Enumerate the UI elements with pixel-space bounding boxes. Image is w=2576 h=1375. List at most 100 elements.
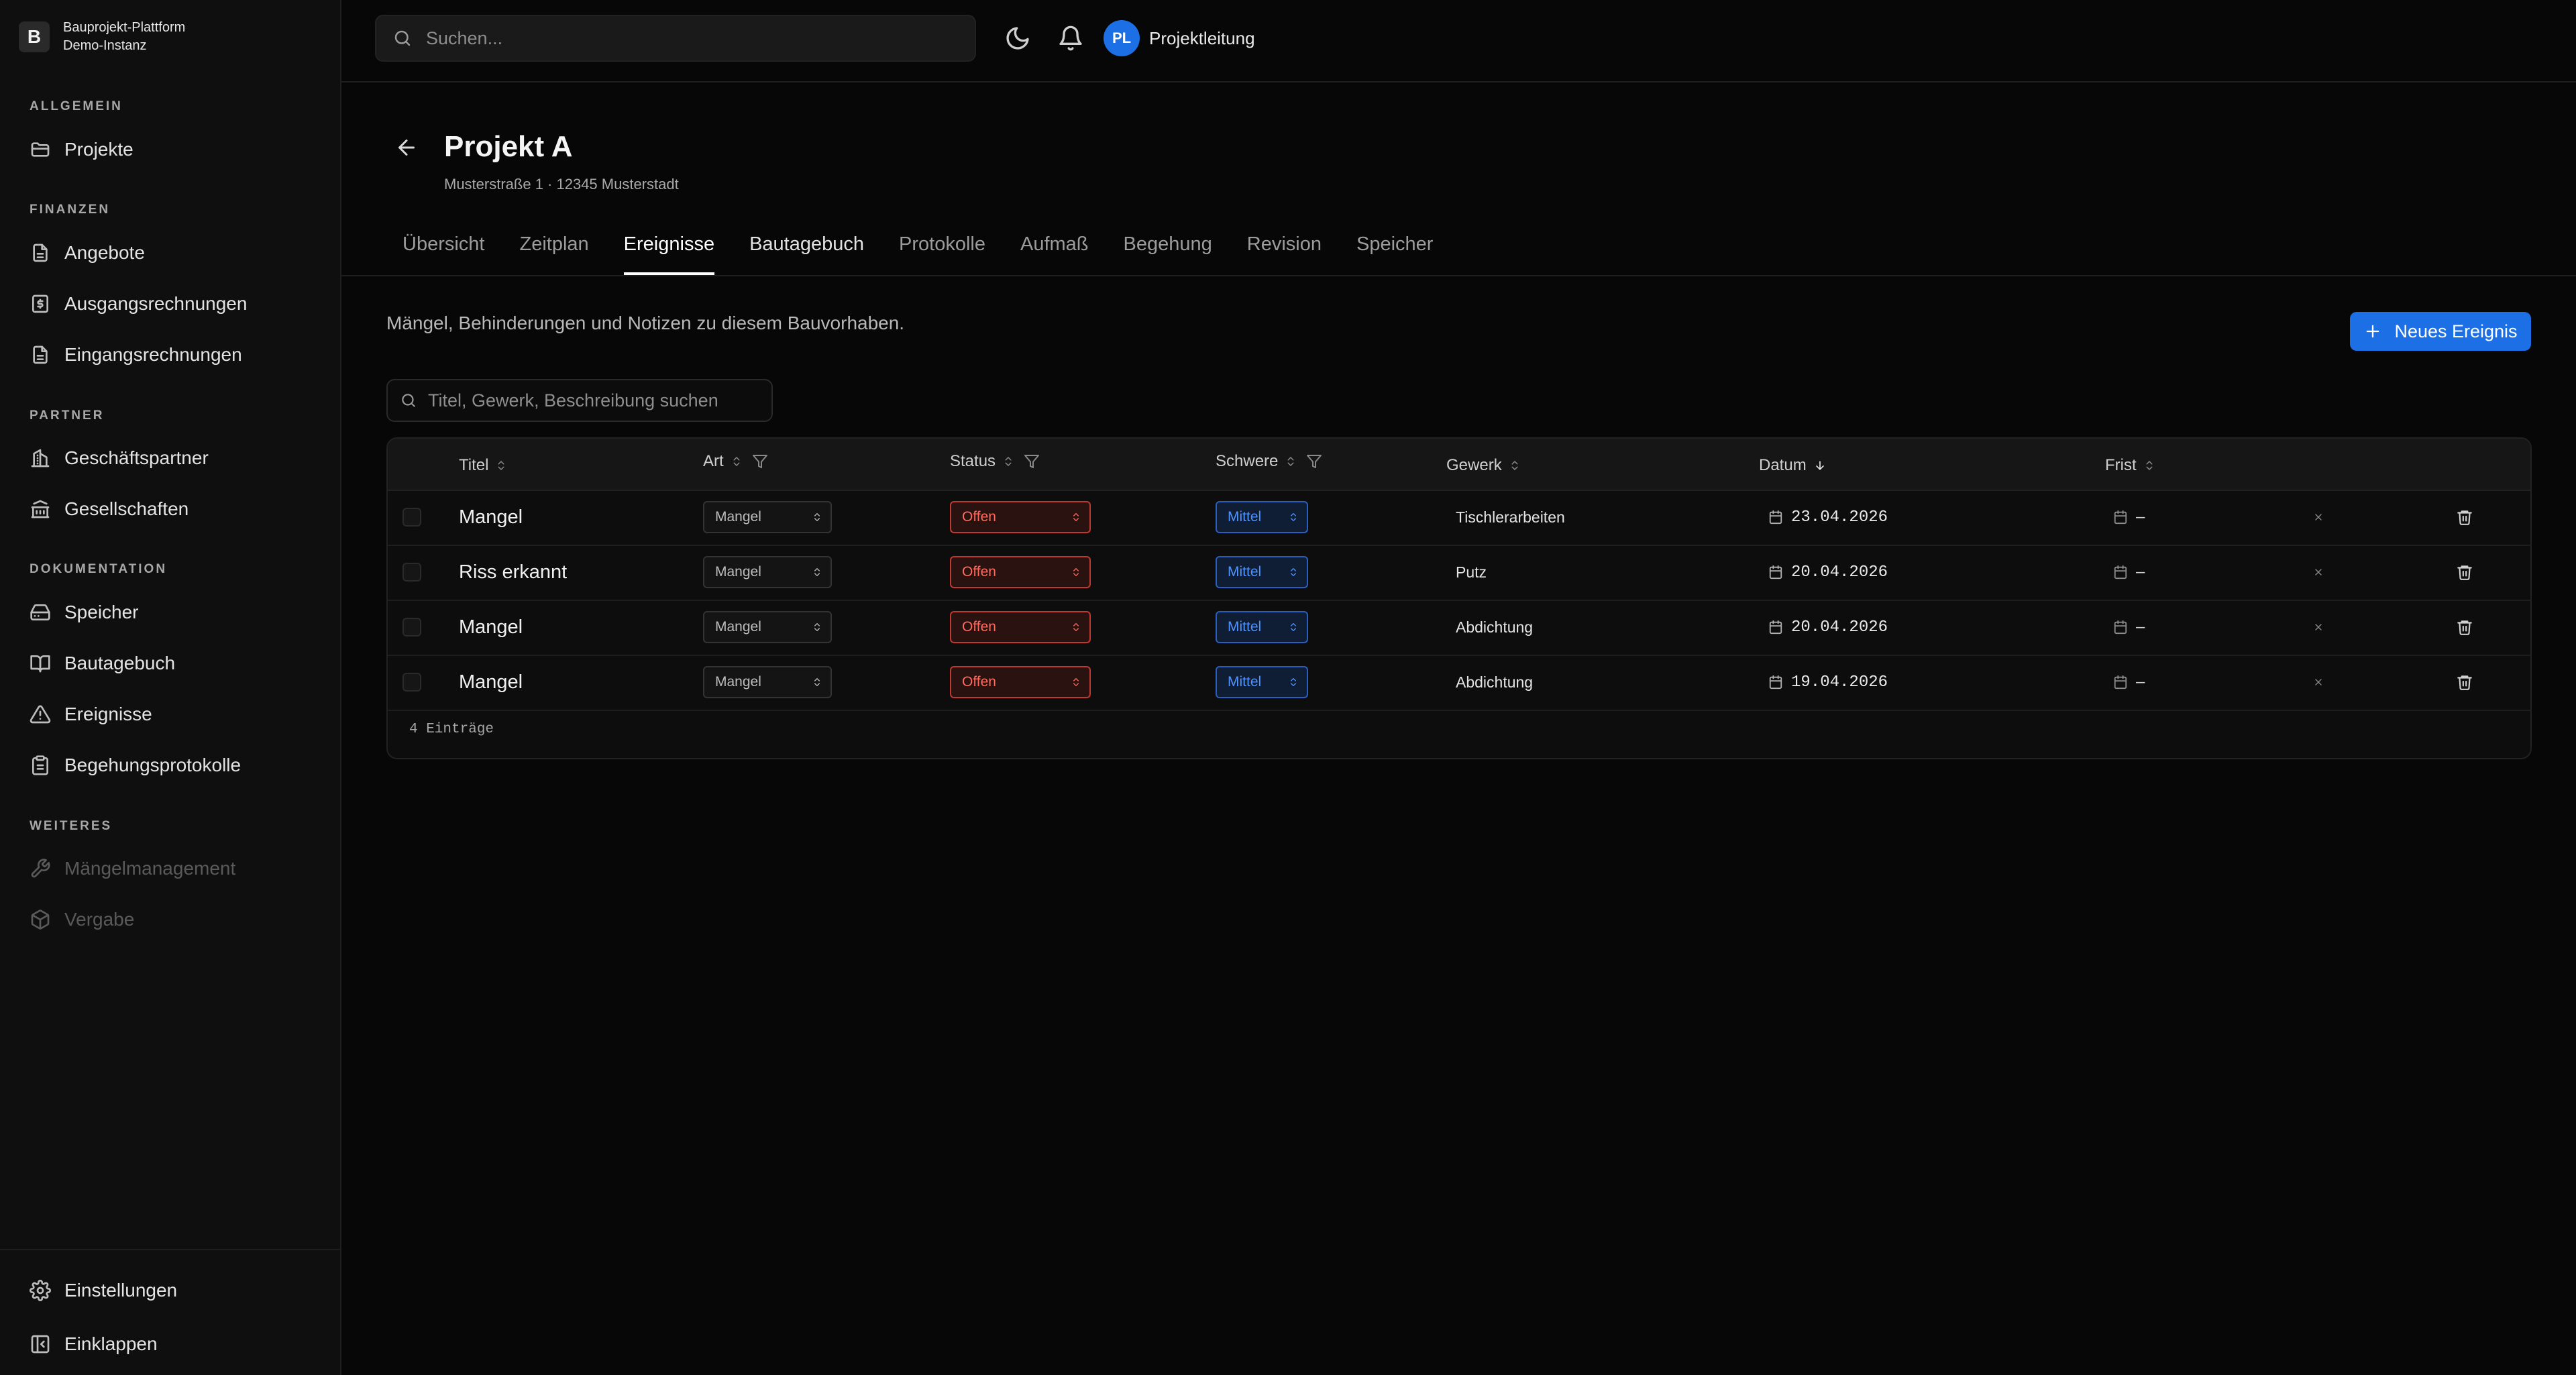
brand[interactable]: B Bauprojekt-Plattform Demo-Instanz xyxy=(19,19,185,55)
tab-bautagebuch[interactable]: Bautagebuch xyxy=(749,233,864,275)
trash-icon[interactable] xyxy=(2456,618,2473,637)
art-select[interactable]: Mangel xyxy=(703,611,832,643)
events-description: Mängel, Behinderungen und Notizen zu die… xyxy=(386,313,905,333)
chevron-updown-icon xyxy=(1291,623,1296,631)
gewerk-value: Putz xyxy=(1456,563,1487,581)
calendar-icon xyxy=(2114,675,2127,690)
sidebar: B Bauprojekt-Plattform Demo-Instanz ALLG… xyxy=(0,0,341,1375)
deadline-field[interactable]: – xyxy=(2113,655,2145,710)
severity-select[interactable]: Mittel xyxy=(1216,611,1308,643)
event-title[interactable]: Mangel xyxy=(459,655,523,710)
sidebar-item-ausgangsrechnungen[interactable]: Ausgangsrechnungen xyxy=(30,285,247,323)
sidebar-item-label: Gesellschaften xyxy=(64,498,189,519)
global-search-input[interactable] xyxy=(425,27,937,50)
row-checkbox[interactable] xyxy=(402,508,421,527)
tab-protokolle[interactable]: Protokolle xyxy=(899,233,985,275)
deadline-field[interactable]: – xyxy=(2113,600,2145,655)
tab-uebersicht[interactable]: Übersicht xyxy=(402,233,485,275)
table-row[interactable]: Mangel Mangel Offen Mittel Tischlerarbei… xyxy=(388,490,2530,546)
sidebar-item-begehungsprotokolle[interactable]: Begehungsprotokolle xyxy=(30,747,241,784)
art-select[interactable]: Mangel xyxy=(703,501,832,533)
column-header-frist[interactable]: Frist xyxy=(2105,456,2155,475)
trash-icon[interactable] xyxy=(2456,563,2473,582)
event-title[interactable]: Mangel xyxy=(459,600,523,655)
column-header-titel[interactable]: Titel xyxy=(459,456,507,475)
sidebar-item-label: Projekte xyxy=(64,139,133,160)
nav-section-weiteres: WEITERES xyxy=(30,819,113,833)
deadline-field[interactable]: – xyxy=(2113,545,2145,600)
row-checkbox[interactable] xyxy=(402,563,421,582)
row-checkbox[interactable] xyxy=(402,673,421,692)
status-select[interactable]: Offen xyxy=(950,556,1091,588)
art-select[interactable]: Mangel xyxy=(703,666,832,698)
event-title[interactable]: Mangel xyxy=(459,490,523,545)
filter-icon[interactable] xyxy=(1024,453,1040,470)
clear-date-icon[interactable] xyxy=(2313,677,2324,688)
status-select[interactable]: Offen xyxy=(950,666,1091,698)
sidebar-item-projekte[interactable]: Projekte xyxy=(30,131,133,168)
tab-begehung[interactable]: Begehung xyxy=(1124,233,1212,275)
severity-select[interactable]: Mittel xyxy=(1216,501,1308,533)
tab-speicher[interactable]: Speicher xyxy=(1356,233,1433,275)
tab-ereignisse[interactable]: Ereignisse xyxy=(623,233,715,275)
deadline-value: – xyxy=(2136,563,2145,581)
bell-icon[interactable] xyxy=(1057,25,1084,52)
chevron-updown-icon xyxy=(814,568,820,576)
sidebar-item-geschaeftspartner[interactable]: Geschäftspartner xyxy=(30,439,209,477)
calendar-icon xyxy=(1769,510,1782,525)
column-header-art[interactable]: Art xyxy=(703,452,768,471)
art-select[interactable]: Mangel xyxy=(703,556,832,588)
deadline-value: – xyxy=(2136,618,2145,636)
trash-icon[interactable] xyxy=(2456,508,2473,527)
date-field[interactable]: 19.04.2026 xyxy=(1768,655,1888,710)
sidebar-item-ereignisse[interactable]: Ereignisse xyxy=(30,696,152,733)
severity-select[interactable]: Mittel xyxy=(1216,666,1308,698)
column-header-gewerk[interactable]: Gewerk xyxy=(1446,456,1521,475)
sidebar-item-einklappen[interactable]: Einklappen xyxy=(30,1325,158,1363)
table-row[interactable]: Mangel Mangel Offen Mittel Abdichtung 19… xyxy=(388,655,2530,711)
column-header-status[interactable]: Status xyxy=(950,452,1040,471)
column-label: Frist xyxy=(2105,456,2137,474)
global-search[interactable] xyxy=(375,15,976,62)
clear-date-icon[interactable] xyxy=(2313,622,2324,632)
column-header-datum[interactable]: Datum xyxy=(1759,456,1827,475)
filter-icon[interactable] xyxy=(752,453,768,470)
events-search[interactable] xyxy=(386,379,773,422)
sidebar-item-einstellungen[interactable]: Einstellungen xyxy=(30,1272,177,1309)
sidebar-item-bautagebuch[interactable]: Bautagebuch xyxy=(30,645,175,682)
date-field[interactable]: 20.04.2026 xyxy=(1768,545,1888,600)
table-row[interactable]: Mangel Mangel Offen Mittel Abdichtung 20… xyxy=(388,600,2530,656)
avatar[interactable]: PL xyxy=(1104,20,1140,56)
sidebar-item-angebote[interactable]: Angebote xyxy=(30,234,145,272)
trash-icon[interactable] xyxy=(2456,673,2473,692)
deadline-field[interactable]: – xyxy=(2113,490,2145,545)
sidebar-item-eingangsrechnungen[interactable]: Eingangsrechnungen xyxy=(30,336,242,374)
new-event-button[interactable]: Neues Ereignis xyxy=(2350,312,2531,351)
status-select[interactable]: Offen xyxy=(950,611,1091,643)
brand-text: Bauprojekt-Plattform Demo-Instanz xyxy=(63,19,185,55)
filter-icon[interactable] xyxy=(1306,453,1322,470)
user-name[interactable]: Projektleitung xyxy=(1149,28,1255,49)
date-field[interactable]: 20.04.2026 xyxy=(1768,600,1888,655)
status-select[interactable]: Offen xyxy=(950,501,1091,533)
column-header-schwere[interactable]: Schwere xyxy=(1216,452,1322,471)
back-arrow-icon[interactable] xyxy=(394,135,419,160)
tab-revision[interactable]: Revision xyxy=(1247,233,1322,275)
tab-zeitplan[interactable]: Zeitplan xyxy=(520,233,589,275)
sidebar-item-gesellschaften[interactable]: Gesellschaften xyxy=(30,490,189,528)
row-checkbox[interactable] xyxy=(402,618,421,637)
sidebar-item-speicher[interactable]: Speicher xyxy=(30,594,139,631)
tab-aufmass[interactable]: Aufmaß xyxy=(1020,233,1089,275)
project-tabs: Übersicht Zeitplan Ereignisse Bautagebuc… xyxy=(402,233,1468,275)
column-label: Art xyxy=(703,452,724,470)
events-search-input[interactable] xyxy=(427,389,765,412)
table-row[interactable]: Riss erkannt Mangel Offen Mittel Putz 20… xyxy=(388,545,2530,601)
moon-icon[interactable] xyxy=(1004,25,1031,52)
clear-date-icon[interactable] xyxy=(2313,567,2324,578)
clear-date-icon[interactable] xyxy=(2313,512,2324,522)
event-title[interactable]: Riss erkannt xyxy=(459,545,567,600)
deadline-value: – xyxy=(2136,508,2145,526)
severity-select[interactable]: Mittel xyxy=(1216,556,1308,588)
date-field[interactable]: 23.04.2026 xyxy=(1768,490,1888,545)
new-event-label: Neues Ereignis xyxy=(2394,321,2518,341)
